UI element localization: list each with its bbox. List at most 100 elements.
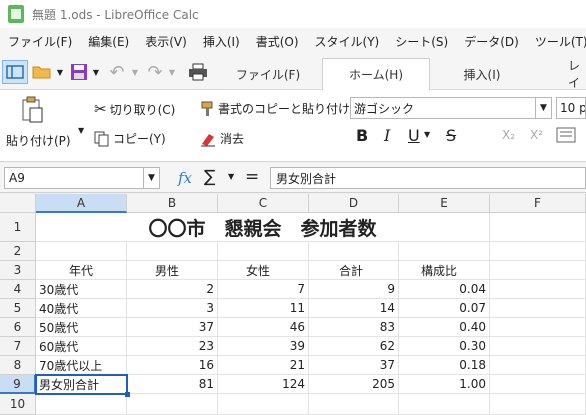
menu-format[interactable]: 書式(O): [248, 33, 307, 50]
column-header-a[interactable]: A: [36, 194, 127, 213]
cell-f5[interactable]: [490, 299, 586, 318]
subscript-button[interactable]: X₂: [502, 128, 515, 142]
open-button[interactable]: [30, 60, 54, 84]
table-cell[interactable]: 205: [309, 375, 399, 394]
row-header-2[interactable]: 2: [0, 242, 36, 261]
superscript-button[interactable]: X²: [530, 128, 543, 142]
header-cell-female[interactable]: 女性: [218, 261, 309, 280]
table-cell[interactable]: 50歳代: [36, 318, 127, 337]
table-cell[interactable]: 23: [127, 337, 218, 356]
cell-c10[interactable]: [218, 394, 309, 415]
paste-dropdown[interactable]: ▼: [78, 126, 84, 135]
table-cell[interactable]: 46: [218, 318, 309, 337]
menu-styles[interactable]: スタイル(Y): [307, 33, 388, 50]
row-header-4[interactable]: 4: [0, 280, 36, 299]
name-box[interactable]: A9 ▼: [4, 167, 160, 189]
column-header-c[interactable]: C: [218, 194, 309, 213]
menu-insert[interactable]: 挿入(I): [195, 33, 248, 50]
table-cell[interactable]: 0.30: [399, 337, 490, 356]
table-cell[interactable]: 40歳代: [36, 299, 127, 318]
cell-f4[interactable]: [490, 280, 586, 299]
tab-layout[interactable]: レイ: [544, 58, 586, 90]
undo-button[interactable]: ↶: [106, 60, 128, 84]
table-cell[interactable]: 0.04: [399, 280, 490, 299]
table-cell[interactable]: 83: [309, 318, 399, 337]
table-cell[interactable]: 7: [218, 280, 309, 299]
column-header-f[interactable]: F: [490, 194, 586, 213]
cell-a10[interactable]: [36, 394, 127, 415]
cell-f9[interactable]: [490, 375, 586, 394]
row-header-7[interactable]: 7: [0, 337, 36, 356]
table-cell[interactable]: 39: [218, 337, 309, 356]
cut-button[interactable]: ✂ 切り取り(C): [94, 100, 175, 118]
row-header-8[interactable]: 8: [0, 356, 36, 375]
undo-dropdown[interactable]: ▼: [130, 60, 140, 84]
table-cell[interactable]: 124: [218, 375, 309, 394]
table-cell[interactable]: 0.07: [399, 299, 490, 318]
more-format-button[interactable]: [556, 124, 586, 146]
sheet-title-cell[interactable]: 〇〇市 懇親会 参加者数: [36, 213, 490, 242]
row-header-1[interactable]: 1: [0, 213, 36, 242]
cell-f10[interactable]: [490, 394, 586, 415]
save-button[interactable]: [68, 60, 90, 84]
cell-c2[interactable]: [218, 242, 309, 261]
sum-dropdown[interactable]: ▼: [228, 172, 234, 181]
font-size-box[interactable]: 10 pt: [556, 97, 586, 119]
cell-f6[interactable]: [490, 318, 586, 337]
table-cell[interactable]: 2: [127, 280, 218, 299]
row-header-3[interactable]: 3: [0, 261, 36, 280]
clone-format-button[interactable]: 書式のコピーと貼り付け: [200, 100, 350, 117]
paste-button[interactable]: 貼り付け(P): [6, 132, 71, 149]
tab-home[interactable]: ホーム(H): [322, 58, 430, 90]
menu-edit[interactable]: 編集(E): [80, 33, 137, 50]
header-cell-total[interactable]: 合計: [309, 261, 399, 280]
open-dropdown[interactable]: ▼: [55, 60, 65, 84]
table-cell[interactable]: 14: [309, 299, 399, 318]
name-box-dropdown-icon[interactable]: ▼: [143, 168, 159, 188]
table-cell[interactable]: 30歳代: [36, 280, 127, 299]
tab-insert[interactable]: 挿入(I): [432, 58, 532, 90]
row-header-10[interactable]: 10: [0, 394, 36, 415]
clear-button[interactable]: 消去: [200, 130, 244, 147]
header-cell-ratio[interactable]: 構成比: [399, 261, 490, 280]
table-cell[interactable]: 16: [127, 356, 218, 375]
cell-f7[interactable]: [490, 337, 586, 356]
print-button[interactable]: [186, 60, 210, 84]
redo-button[interactable]: ↷: [144, 60, 166, 84]
row-header-9[interactable]: 9: [0, 375, 36, 394]
autofill-handle[interactable]: [125, 392, 130, 397]
function-wizard-button[interactable]: fx: [178, 169, 192, 187]
formula-equals-button[interactable]: =: [245, 167, 259, 187]
table-cell[interactable]: 37: [309, 356, 399, 375]
table-cell[interactable]: 11: [218, 299, 309, 318]
table-cell[interactable]: 0.40: [399, 318, 490, 337]
menu-view[interactable]: 表示(V): [137, 33, 195, 50]
cell-a2[interactable]: [36, 242, 127, 261]
underline-button[interactable]: U: [408, 126, 420, 145]
table-cell[interactable]: 男女別合計: [36, 375, 127, 394]
cell-f2[interactable]: [490, 242, 586, 261]
menu-sheet[interactable]: シート(S): [387, 33, 456, 50]
font-name-box[interactable]: 游ゴシック ▼: [350, 97, 552, 119]
underline-dropdown[interactable]: ▼: [424, 130, 430, 139]
cell-d2[interactable]: [309, 242, 399, 261]
cell-b10[interactable]: [127, 394, 218, 415]
column-header-e[interactable]: E: [399, 194, 490, 213]
row-header-5[interactable]: 5: [0, 299, 36, 318]
formula-input[interactable]: 男女別合計: [270, 167, 586, 189]
strikethrough-button[interactable]: S: [446, 126, 456, 145]
table-cell[interactable]: 21: [218, 356, 309, 375]
cell-f8[interactable]: [490, 356, 586, 375]
table-cell[interactable]: 70歳代以上: [36, 356, 127, 375]
table-cell[interactable]: 60歳代: [36, 337, 127, 356]
sidebar-toggle-button[interactable]: [2, 60, 28, 84]
column-header-d[interactable]: D: [309, 194, 399, 213]
column-header-b[interactable]: B: [127, 194, 218, 213]
table-cell[interactable]: 9: [309, 280, 399, 299]
table-cell[interactable]: 62: [309, 337, 399, 356]
table-cell[interactable]: 81: [127, 375, 218, 394]
cell-b2[interactable]: [127, 242, 218, 261]
table-cell[interactable]: 37: [127, 318, 218, 337]
menu-data[interactable]: データ(D): [456, 33, 527, 50]
cell-e10[interactable]: [399, 394, 490, 415]
